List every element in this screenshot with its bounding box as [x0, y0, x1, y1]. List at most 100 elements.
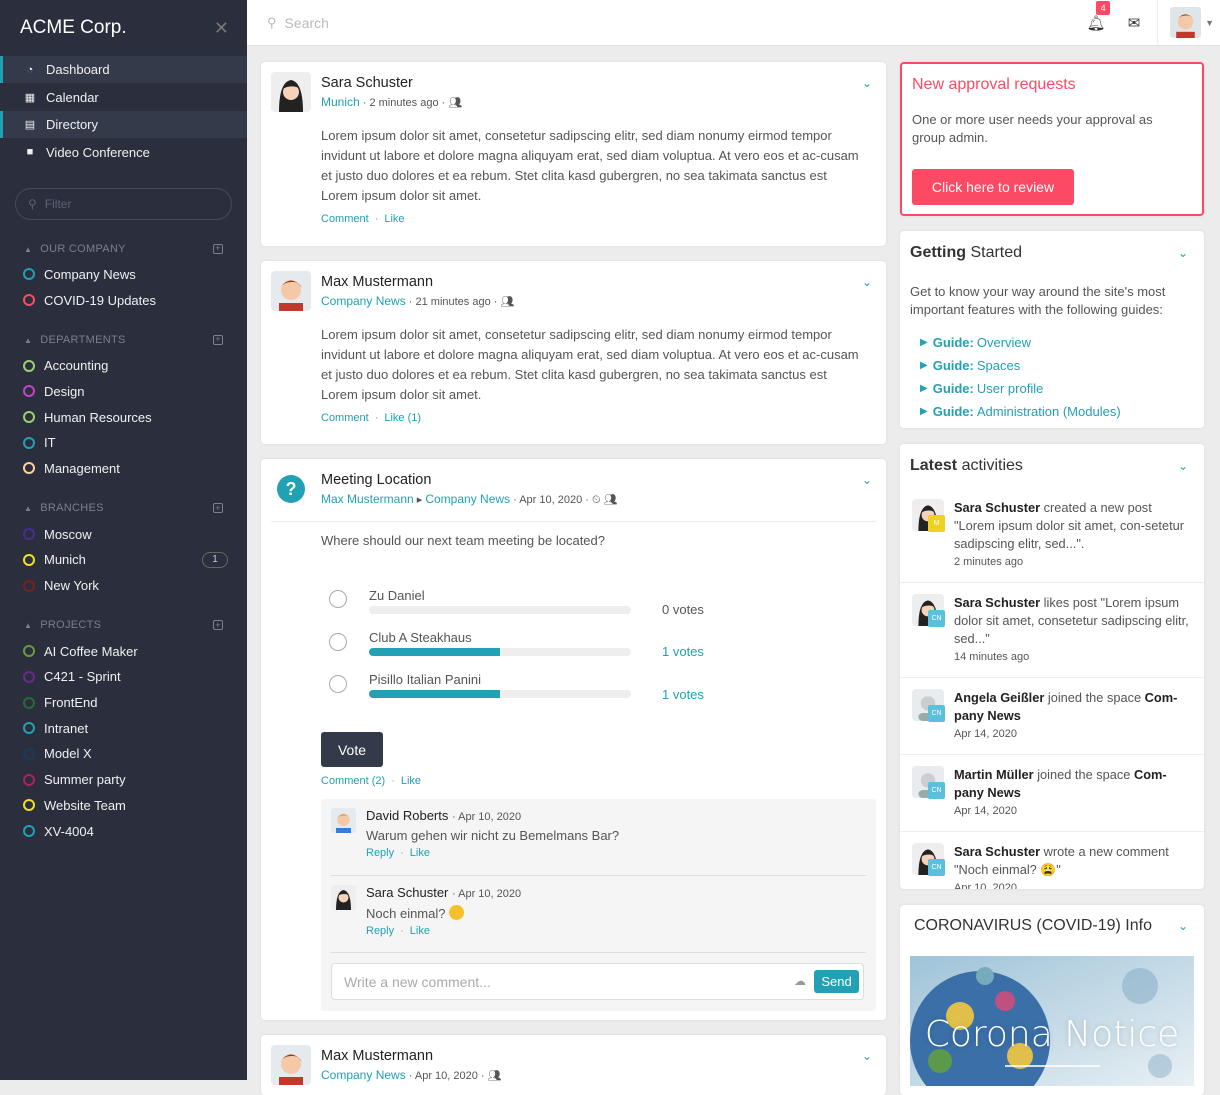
poll-votes[interactable]: 1 votes	[662, 687, 704, 702]
chevron-down-icon[interactable]: ⌄	[862, 1049, 872, 1063]
space-item[interactable]: Intranet	[0, 715, 247, 741]
avatar[interactable]	[271, 72, 311, 112]
section-header[interactable]: ▲ OUR COMPANY +	[0, 236, 247, 262]
avatar[interactable]	[271, 1045, 311, 1085]
space-label: Design	[44, 383, 85, 399]
space-item[interactable]: New York	[0, 573, 247, 599]
poll-radio[interactable]	[329, 675, 347, 693]
post-card: Max Mustermann Company News · 21 minutes…	[261, 261, 886, 444]
author-link[interactable]: Max Mustermann	[321, 492, 414, 506]
space-item[interactable]: AI Coffee Maker	[0, 638, 247, 664]
chevron-down-icon[interactable]: ⌄	[1178, 919, 1188, 933]
chevron-down-icon[interactable]: ⌄	[1178, 459, 1188, 473]
activity-user[interactable]: Angela Geißler	[954, 690, 1044, 705]
like-link[interactable]: Like	[401, 775, 421, 787]
chevron-down-icon[interactable]: ⌄	[862, 76, 872, 90]
activity-item[interactable]: CN Angela Geißler joined the space Com-pa…	[900, 678, 1204, 755]
post-author[interactable]: Sara Schuster	[321, 75, 462, 91]
guide-link[interactable]: ▶ Guide: Administration (Modules)	[920, 402, 1204, 420]
like-link[interactable]: Like (1)	[384, 412, 421, 424]
space-item[interactable]: Company News	[0, 262, 247, 288]
covid-image[interactable]: Corona Notice	[910, 956, 1194, 1086]
comment-link[interactable]: Comment	[321, 412, 369, 424]
comment-link[interactable]: Comment (2)	[321, 775, 385, 787]
space-item[interactable]: Website Team	[0, 793, 247, 819]
nav-video-conference[interactable]: ■ Video Conference	[0, 139, 247, 166]
section-header[interactable]: ▲ DEPARTMENTS +	[0, 327, 247, 353]
space-item[interactable]: Design	[0, 379, 247, 405]
space-item[interactable]: Model X	[0, 741, 247, 767]
space-link[interactable]: Company News	[321, 294, 406, 308]
comment-link[interactable]: Comment	[321, 213, 369, 225]
like-link[interactable]: Like	[384, 213, 404, 225]
avatar[interactable]	[331, 885, 356, 910]
add-space-icon[interactable]: +	[213, 243, 223, 254]
add-space-icon[interactable]: +	[213, 334, 223, 345]
section-header[interactable]: ▲ PROJECTS +	[0, 612, 247, 638]
chevron-down-icon[interactable]: ⌄	[862, 473, 872, 487]
comment-author[interactable]: David Roberts	[366, 808, 448, 823]
space-item[interactable]: IT	[0, 430, 247, 456]
activity-item[interactable]: CN Sara Schuster likes post "Lorem ipsum …	[900, 583, 1204, 678]
space-item[interactable]: XV-4004	[0, 818, 247, 844]
like-link[interactable]: Like	[410, 847, 430, 859]
section-our-company: ▲ OUR COMPANY + Company News COVID-19 Update…	[0, 236, 247, 313]
avatar[interactable]	[271, 271, 311, 311]
vote-button[interactable]: Vote	[321, 732, 383, 767]
reply-link[interactable]: Reply	[366, 925, 394, 937]
space-link[interactable]: Company News	[425, 492, 510, 506]
nav-dashboard[interactable]: ◔ Dashboard	[0, 56, 247, 83]
space-item[interactable]: Human Resources	[0, 404, 247, 430]
activity-item[interactable]: CN Sara Schuster wrote a new comment "Noc…	[900, 832, 1204, 889]
activity-item[interactable]: CN Martin Müller joined the space Com-pan…	[900, 755, 1204, 832]
activity-user[interactable]: Martin Müller	[954, 767, 1034, 782]
poll-radio[interactable]	[329, 590, 347, 608]
user-menu[interactable]: ▼	[1162, 7, 1220, 38]
upload-cloud-icon[interactable]: ☁	[794, 974, 806, 988]
brand-name[interactable]: ACME Corp.	[20, 17, 127, 39]
reply-link[interactable]: Reply	[366, 847, 394, 859]
activity-user[interactable]: Sara Schuster	[954, 844, 1040, 859]
guide-link[interactable]: ▶ Guide: User profile	[920, 379, 1204, 397]
space-item[interactable]: Moscow	[0, 521, 247, 547]
add-space-icon[interactable]: +	[213, 503, 223, 514]
section-header[interactable]: ▲ BRANCHES +	[0, 495, 247, 521]
section-title: ▲ DEPARTMENTS	[24, 333, 126, 346]
like-link[interactable]: Like	[410, 925, 430, 937]
post-author[interactable]: Max Mustermann	[321, 274, 514, 290]
space-item[interactable]: C421 - Sprint	[0, 664, 247, 690]
space-item[interactable]: FrontEnd	[0, 690, 247, 716]
space-item[interactable]: COVID-19 Updates	[0, 287, 247, 313]
new-comment-input[interactable]: Write a new comment... ☁ Send	[331, 963, 864, 1000]
close-icon[interactable]: ✕	[214, 18, 229, 39]
nav-directory[interactable]: ▤ Directory	[0, 111, 247, 138]
add-space-icon[interactable]: +	[213, 620, 223, 631]
nav-calendar[interactable]: ▦ Calendar	[0, 84, 247, 111]
send-button[interactable]: Send	[814, 970, 859, 993]
avatar[interactable]	[331, 808, 356, 833]
chevron-down-icon[interactable]: ⌄	[1178, 246, 1188, 260]
notifications-button[interactable]: 🔔︎ 4	[1077, 0, 1115, 46]
chevron-down-icon[interactable]: ⌄	[862, 275, 872, 289]
activity-user[interactable]: Sara Schuster	[954, 595, 1040, 610]
activity-user[interactable]: Sara Schuster	[954, 500, 1040, 515]
post-author[interactable]: Max Mustermann	[321, 1048, 502, 1064]
guide-link[interactable]: ▶ Guide: Overview	[920, 333, 1204, 351]
messages-button[interactable]: ✉	[1115, 0, 1153, 46]
space-item[interactable]: Management	[0, 456, 247, 482]
space-item[interactable]: Munich 1	[0, 547, 247, 573]
space-filter-input[interactable]: ⚲ Filter	[15, 187, 232, 220]
guide-link[interactable]: ▶ Guide: Spaces	[920, 356, 1204, 374]
poll-votes[interactable]: 1 votes	[662, 644, 704, 659]
activity-time: 2 minutes ago	[954, 556, 1024, 568]
poll-title[interactable]: Meeting Location	[321, 472, 618, 488]
search-input[interactable]: ⚲ Search	[247, 15, 847, 31]
review-button[interactable]: Click here to review	[912, 169, 1074, 205]
poll-option-label: Pisillo Italian Panini	[369, 672, 482, 687]
comment-author[interactable]: Sara Schuster	[366, 885, 448, 900]
space-link[interactable]: Munich	[321, 95, 360, 109]
space-item[interactable]: Accounting	[0, 353, 247, 379]
activity-item[interactable]: M Sara Schuster created a new post "Lorem…	[900, 488, 1204, 583]
space-item[interactable]: Summer party	[0, 767, 247, 793]
poll-radio[interactable]	[329, 633, 347, 651]
